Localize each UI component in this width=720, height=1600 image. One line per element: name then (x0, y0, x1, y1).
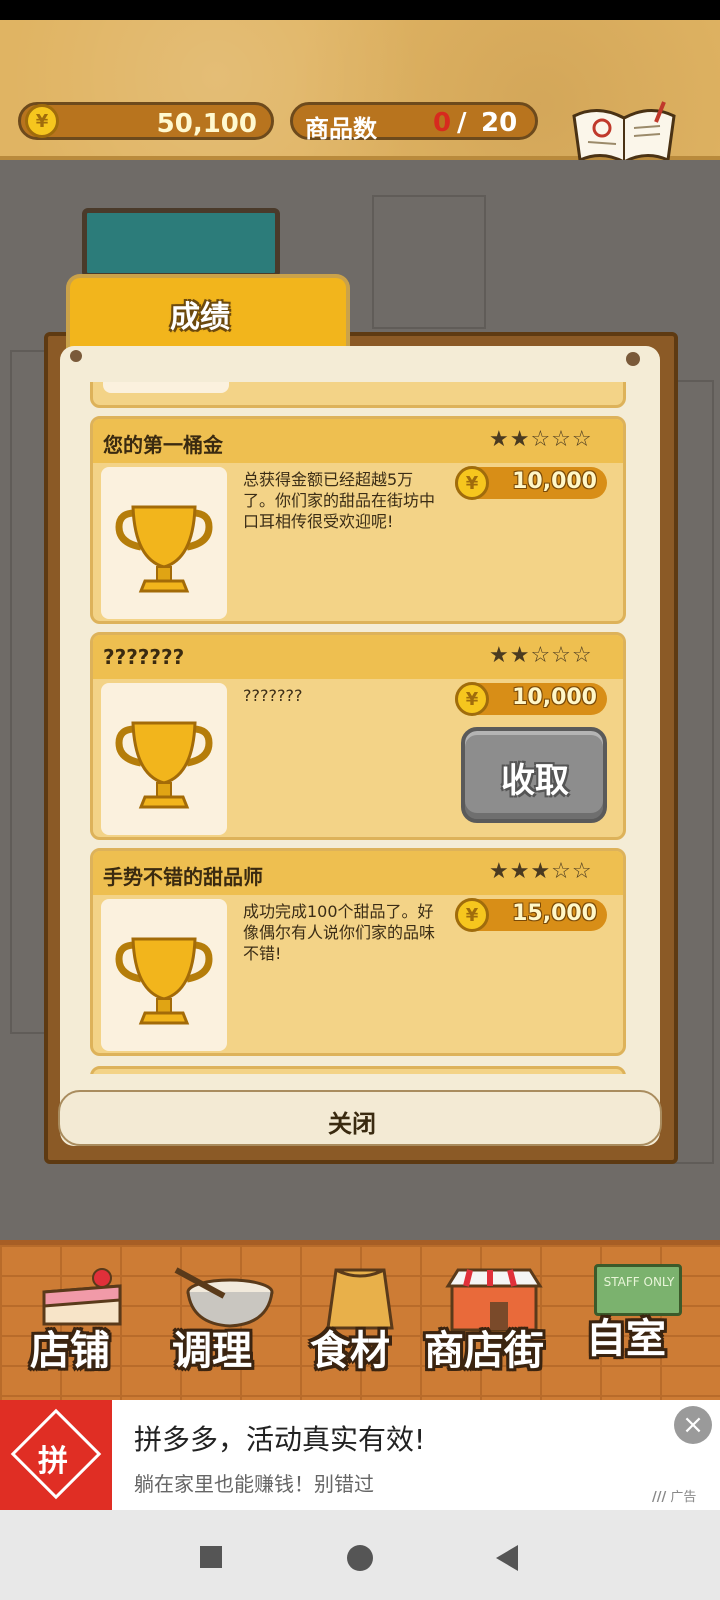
achievement-card: 您的第一桶金 ★★☆☆☆ 总获得金额已经超越5万了。你们家的甜品在街坊中口耳相传… (90, 416, 626, 624)
star-rating: ★★★☆☆ (489, 859, 593, 884)
achievement-title: 手势不错的甜品师 (103, 865, 263, 889)
goods-counter: 商品数 0 / 20 (290, 102, 538, 143)
collect-button[interactable]: 收取 (461, 727, 607, 823)
ad-title: 拼多多，活动真实有效! (134, 1423, 426, 1456)
achievement-card-partial (90, 382, 626, 408)
ad-close-icon[interactable]: × (674, 1406, 712, 1444)
yen-coin-icon: ¥ (455, 682, 489, 716)
yen-coin-icon: ¥ (455, 898, 489, 932)
staff-only-text: STAFF ONLY (603, 1275, 675, 1289)
trophy-icon (115, 721, 213, 809)
back-icon[interactable] (494, 1543, 520, 1573)
reward-amount: 10,000 (512, 685, 597, 710)
nav-label: 调理 (172, 1328, 252, 1374)
ad-badge-icon: /// (652, 1490, 667, 1505)
trophy-image (101, 683, 227, 835)
nav-label: 食材 (310, 1328, 390, 1374)
achievement-description: ??????? (243, 686, 303, 705)
goods-separator: / (457, 108, 467, 138)
nav-item-ingredients[interactable]: 食材 (300, 1262, 420, 1392)
reward-amount: 15,000 (512, 901, 597, 926)
reward-amount: 10,000 (512, 469, 597, 494)
nav-item-shopping-street[interactable]: 商店街 (424, 1262, 564, 1392)
coin-amount: 50,100 (156, 109, 257, 139)
goods-count: 0 (433, 108, 452, 138)
reward-pill: ¥ 10,000 (455, 466, 607, 500)
reward-pill: ¥ 15,000 (455, 898, 607, 932)
nav-item-private-room[interactable]: STAFF ONLY 自室 (582, 1250, 700, 1380)
trophy-icon (115, 505, 213, 593)
close-label: 关闭 (328, 1110, 376, 1138)
pin-icon (626, 352, 640, 366)
nav-item-shop[interactable]: 店铺 (20, 1262, 140, 1392)
nav-label: 店铺 (30, 1328, 110, 1374)
achievement-card-partial (90, 1066, 626, 1074)
ad-logo-text: 拼 (38, 1444, 68, 1479)
trophy-image (101, 467, 227, 619)
nav-label: 自室 (586, 1316, 666, 1362)
nav-item-cook[interactable]: 调理 (160, 1262, 290, 1392)
achievement-list[interactable]: 您的第一桶金 ★★☆☆☆ 总获得金额已经超越5万了。你们家的甜品在街坊中口耳相传… (90, 382, 630, 1074)
achievement-title: 您的第一桶金 (103, 433, 223, 457)
ad-subtitle: 躺在家里也能赚钱！别错过 (134, 1472, 374, 1496)
achievement-description: 成功完成100个甜品了。好像偶尔有人说你们家的品味不错! (243, 902, 436, 963)
trophy-image (101, 899, 227, 1051)
achievement-tab: 成绩 (66, 274, 350, 350)
ad-badge: /// 广告 (652, 1486, 696, 1505)
pin-icon (70, 350, 82, 362)
close-button[interactable]: 关闭 (58, 1090, 662, 1146)
status-bar (0, 0, 720, 20)
star-rating: ★★☆☆☆ (489, 427, 593, 452)
collect-label: 收取 (501, 761, 569, 801)
background-sketch (372, 195, 486, 329)
yen-coin-icon: ¥ (455, 466, 489, 500)
achievement-description: 总获得金额已经超越5万了。你们家的甜品在街坊中口耳相传很受欢迎呢! (243, 470, 436, 531)
goods-label: 商品数 (305, 115, 377, 143)
shop-map-thumbnail (82, 208, 280, 278)
nav-label: 商店街 (424, 1328, 544, 1374)
achievement-card: ??????? ★★☆☆☆ ??????? ¥ 10,000 收取 (90, 632, 626, 840)
goods-max: 20 (481, 108, 518, 138)
trophy-icon (115, 937, 213, 1025)
coin-counter: ¥ 50,100 (18, 102, 274, 140)
ad-logo: 拼 (0, 1400, 112, 1510)
panel-title: 成绩 (170, 300, 230, 335)
ad-badge-label: 广告 (670, 1490, 697, 1505)
yen-coin-icon: ¥ (25, 104, 59, 138)
achievement-card: 手势不错的甜品师 ★★★☆☆ 成功完成100个甜品了。好像偶尔有人说你们家的品味… (90, 848, 626, 1056)
reward-pill: ¥ 10,000 (455, 682, 607, 716)
home-icon[interactable] (347, 1545, 373, 1571)
achievement-title: ??????? (103, 645, 185, 669)
star-rating: ★★☆☆☆ (489, 643, 593, 668)
recent-apps-icon[interactable] (200, 1546, 222, 1568)
